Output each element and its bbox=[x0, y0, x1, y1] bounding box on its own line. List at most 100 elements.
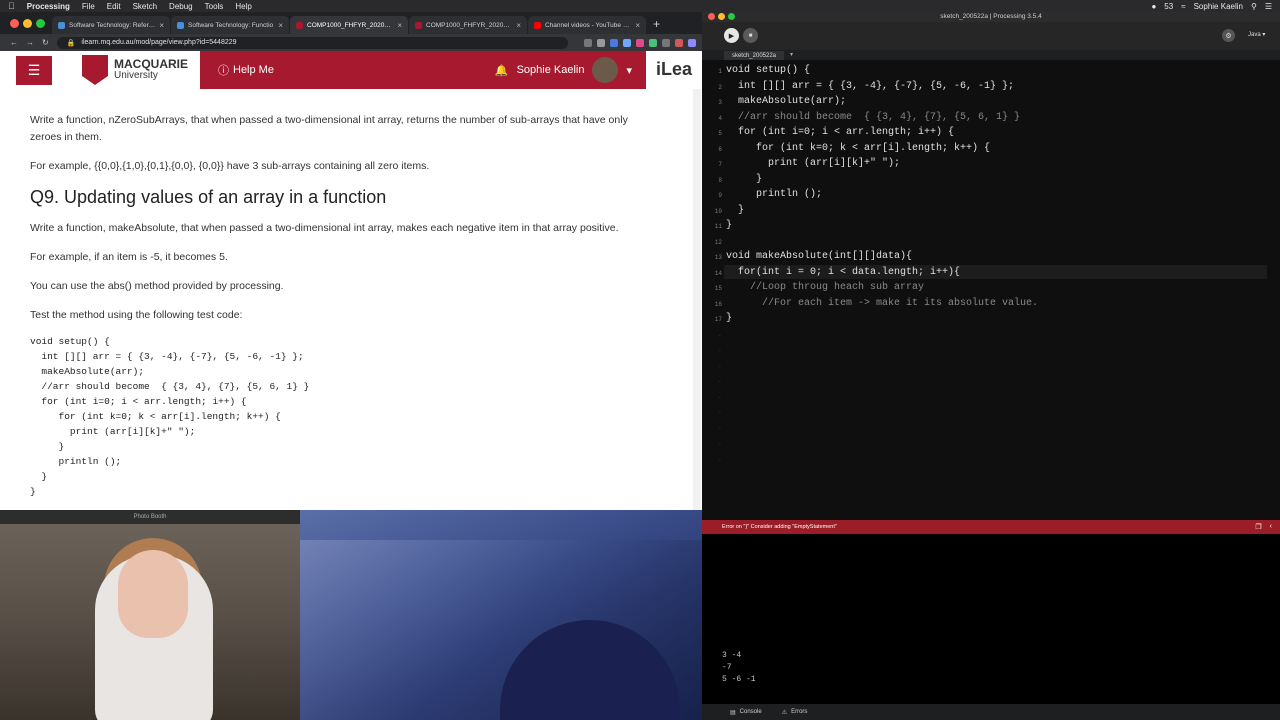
apple-icon[interactable]:  bbox=[8, 1, 15, 11]
zoom-window-button[interactable] bbox=[728, 13, 735, 20]
close-tab-icon[interactable]: × bbox=[516, 21, 521, 30]
ilearn-brand: iLea bbox=[656, 59, 693, 79]
close-tab-icon[interactable]: × bbox=[159, 21, 164, 30]
wifi-icon[interactable]: ≈ bbox=[1181, 2, 1185, 11]
close-tab-icon[interactable]: × bbox=[397, 21, 402, 30]
extension-icon[interactable] bbox=[623, 38, 631, 47]
logo-line2: University bbox=[114, 70, 158, 81]
mode-selector[interactable]: Java ▾ bbox=[1248, 31, 1265, 38]
line-number: 12 bbox=[714, 238, 722, 246]
code-line: //arr should become { {3, 4}, {7}, {5, 6… bbox=[726, 111, 1021, 123]
tab-menu-arrow-icon[interactable]: ▾ bbox=[790, 51, 793, 58]
browser-tab[interactable]: Software Technology: Referen × bbox=[52, 16, 170, 34]
paragraph-q9-example: For example, if an item is -5, it become… bbox=[30, 251, 228, 263]
reload-icon[interactable]: ↻ bbox=[42, 38, 49, 47]
line-number: 8 bbox=[718, 176, 722, 184]
run-button[interactable]: ▶ bbox=[724, 28, 739, 43]
bookmark-star-icon[interactable] bbox=[597, 38, 605, 47]
heading-q9: Q9. Updating values of an array in a fun… bbox=[30, 187, 387, 207]
search-icon[interactable]: ⚲ bbox=[1251, 2, 1257, 11]
browser-tab[interactable]: Channel videos - YouTube Stu × bbox=[528, 16, 646, 34]
empty-line-marker: - bbox=[718, 362, 722, 370]
help-me-label: Help Me bbox=[233, 64, 274, 76]
address-bar[interactable]: 🔒 ilearn.mq.edu.au/mod/page/view.php?id=… bbox=[56, 36, 568, 49]
console-tab[interactable]: ▤ Console bbox=[730, 709, 762, 716]
browser-tab-strip: Software Technology: Referen × Software T… bbox=[0, 12, 702, 34]
profile-icon[interactable] bbox=[688, 38, 696, 47]
code-line: } bbox=[726, 313, 733, 324]
tab-favicon bbox=[177, 21, 184, 29]
debugger-button[interactable]: ⚙ bbox=[1222, 29, 1235, 42]
extension-icon[interactable] bbox=[662, 38, 670, 47]
lock-icon: 🔒 bbox=[66, 39, 76, 47]
errors-tab[interactable]: ⚠ Errors bbox=[782, 709, 808, 716]
record-icon[interactable]: ● bbox=[1151, 2, 1156, 11]
code-editor[interactable]: 1 2 3 4 5 6 7 8 9 10 11 12 13 14 15 16 17- - - - - - - - - void … bbox=[702, 60, 1280, 520]
line-number: 16 bbox=[714, 300, 722, 308]
close-tab-icon[interactable]: × bbox=[278, 21, 283, 30]
minimize-window-button[interactable] bbox=[718, 13, 725, 20]
zoom-window-button[interactable] bbox=[36, 19, 45, 28]
url-text: ilearn.mq.edu.au/mod/page/view.php?id=54… bbox=[81, 39, 237, 46]
battery-count[interactable]: 53 bbox=[1164, 2, 1173, 11]
sketch-tab[interactable]: sketch_200522a bbox=[724, 51, 784, 60]
notification-bell-icon[interactable]: 🔔 bbox=[495, 64, 509, 77]
help-me-link[interactable]: ⓘ Help Me bbox=[218, 62, 274, 78]
hamburger-menu-button[interactable]: ☰ bbox=[16, 56, 52, 85]
menu-help[interactable]: Help bbox=[235, 2, 251, 11]
extension-icon[interactable] bbox=[610, 38, 618, 47]
extension-icon[interactable] bbox=[636, 38, 644, 47]
new-tab-button[interactable]: + bbox=[647, 17, 666, 34]
code-line: void makeAbsolute(int[][]data){ bbox=[726, 251, 913, 262]
code-line: makeAbsolute(arr); bbox=[726, 96, 847, 107]
line-number: 14 bbox=[714, 269, 722, 277]
control-center-icon[interactable]: ☰ bbox=[1265, 2, 1272, 11]
stop-button[interactable]: ■ bbox=[743, 28, 758, 43]
menu-sketch[interactable]: Sketch bbox=[133, 2, 157, 11]
back-icon[interactable]: ← bbox=[10, 38, 18, 47]
forward-icon[interactable]: → bbox=[26, 38, 34, 47]
menu-edit[interactable]: Edit bbox=[107, 2, 121, 11]
extension-icon[interactable] bbox=[649, 38, 657, 47]
macquarie-logo[interactable]: MACQUARIE University bbox=[82, 51, 200, 89]
chevron-down-icon[interactable]: ▾ bbox=[626, 64, 632, 77]
paragraph-abs-hint: You can use the abs() method provided by… bbox=[30, 280, 284, 292]
code-line: println (); bbox=[726, 189, 823, 200]
code-line: for(int i = 0; i < data.length; i++){ bbox=[726, 266, 961, 278]
collapse-icon[interactable]: ‹ bbox=[1270, 523, 1272, 531]
code-line: } bbox=[726, 204, 745, 216]
line-number-gutter: 1 2 3 4 5 6 7 8 9 10 11 12 13 14 15 16 17- - - - - - - - - bbox=[702, 60, 724, 520]
empty-line-marker: - bbox=[718, 455, 722, 463]
browser-tab[interactable]: Software Technology: Functio × bbox=[171, 16, 289, 34]
menu-tools[interactable]: Tools bbox=[205, 2, 224, 11]
line-number: 17 bbox=[714, 316, 722, 323]
line-number: 2 bbox=[718, 83, 722, 91]
photo-booth-window: Photo Booth bbox=[0, 510, 300, 720]
copy-icon[interactable]: ❐ bbox=[1255, 523, 1261, 531]
avatar[interactable] bbox=[592, 57, 619, 83]
logo-line1: MACQUARIE bbox=[114, 57, 188, 71]
menu-debug[interactable]: Debug bbox=[169, 2, 193, 11]
editor-scrollbar[interactable] bbox=[1272, 60, 1280, 520]
code-line: for (int k=0; k < arr[i].length; k++) { bbox=[726, 142, 991, 154]
close-window-button[interactable] bbox=[708, 13, 715, 20]
browser-tab-active[interactable]: COMP1000_FHFYR_2020_ALL × bbox=[290, 16, 408, 34]
site-navbar: MACQUARIE University ⓘ Help Me 🔔 Sophie … bbox=[82, 51, 646, 89]
zoom-icon[interactable] bbox=[584, 38, 592, 47]
page-scrollbar[interactable] bbox=[693, 89, 701, 510]
menu-app-name[interactable]: Processing bbox=[27, 2, 70, 11]
close-tab-icon[interactable]: × bbox=[635, 21, 640, 30]
minimize-window-button[interactable] bbox=[23, 19, 32, 28]
sketch-tabs: sketch_200522a ▾ bbox=[702, 50, 1280, 60]
console-panel: 3 -4 -7 5 -6 -1 bbox=[702, 534, 1280, 704]
user-menu[interactable]: 🔔 Sophie Kaelin ▾ bbox=[495, 57, 646, 83]
line-number: 10 bbox=[714, 207, 722, 215]
extension-icon[interactable] bbox=[675, 38, 683, 47]
empty-line-marker: - bbox=[718, 424, 722, 432]
menubar-user[interactable]: Sophie Kaelin bbox=[1194, 2, 1243, 11]
menu-file[interactable]: File bbox=[82, 2, 95, 11]
close-window-button[interactable] bbox=[10, 19, 19, 28]
code-line: } bbox=[726, 220, 733, 231]
empty-line-marker: - bbox=[718, 331, 722, 339]
browser-tab[interactable]: COMP1000_FHFYR_2020_ALL × bbox=[409, 16, 527, 34]
